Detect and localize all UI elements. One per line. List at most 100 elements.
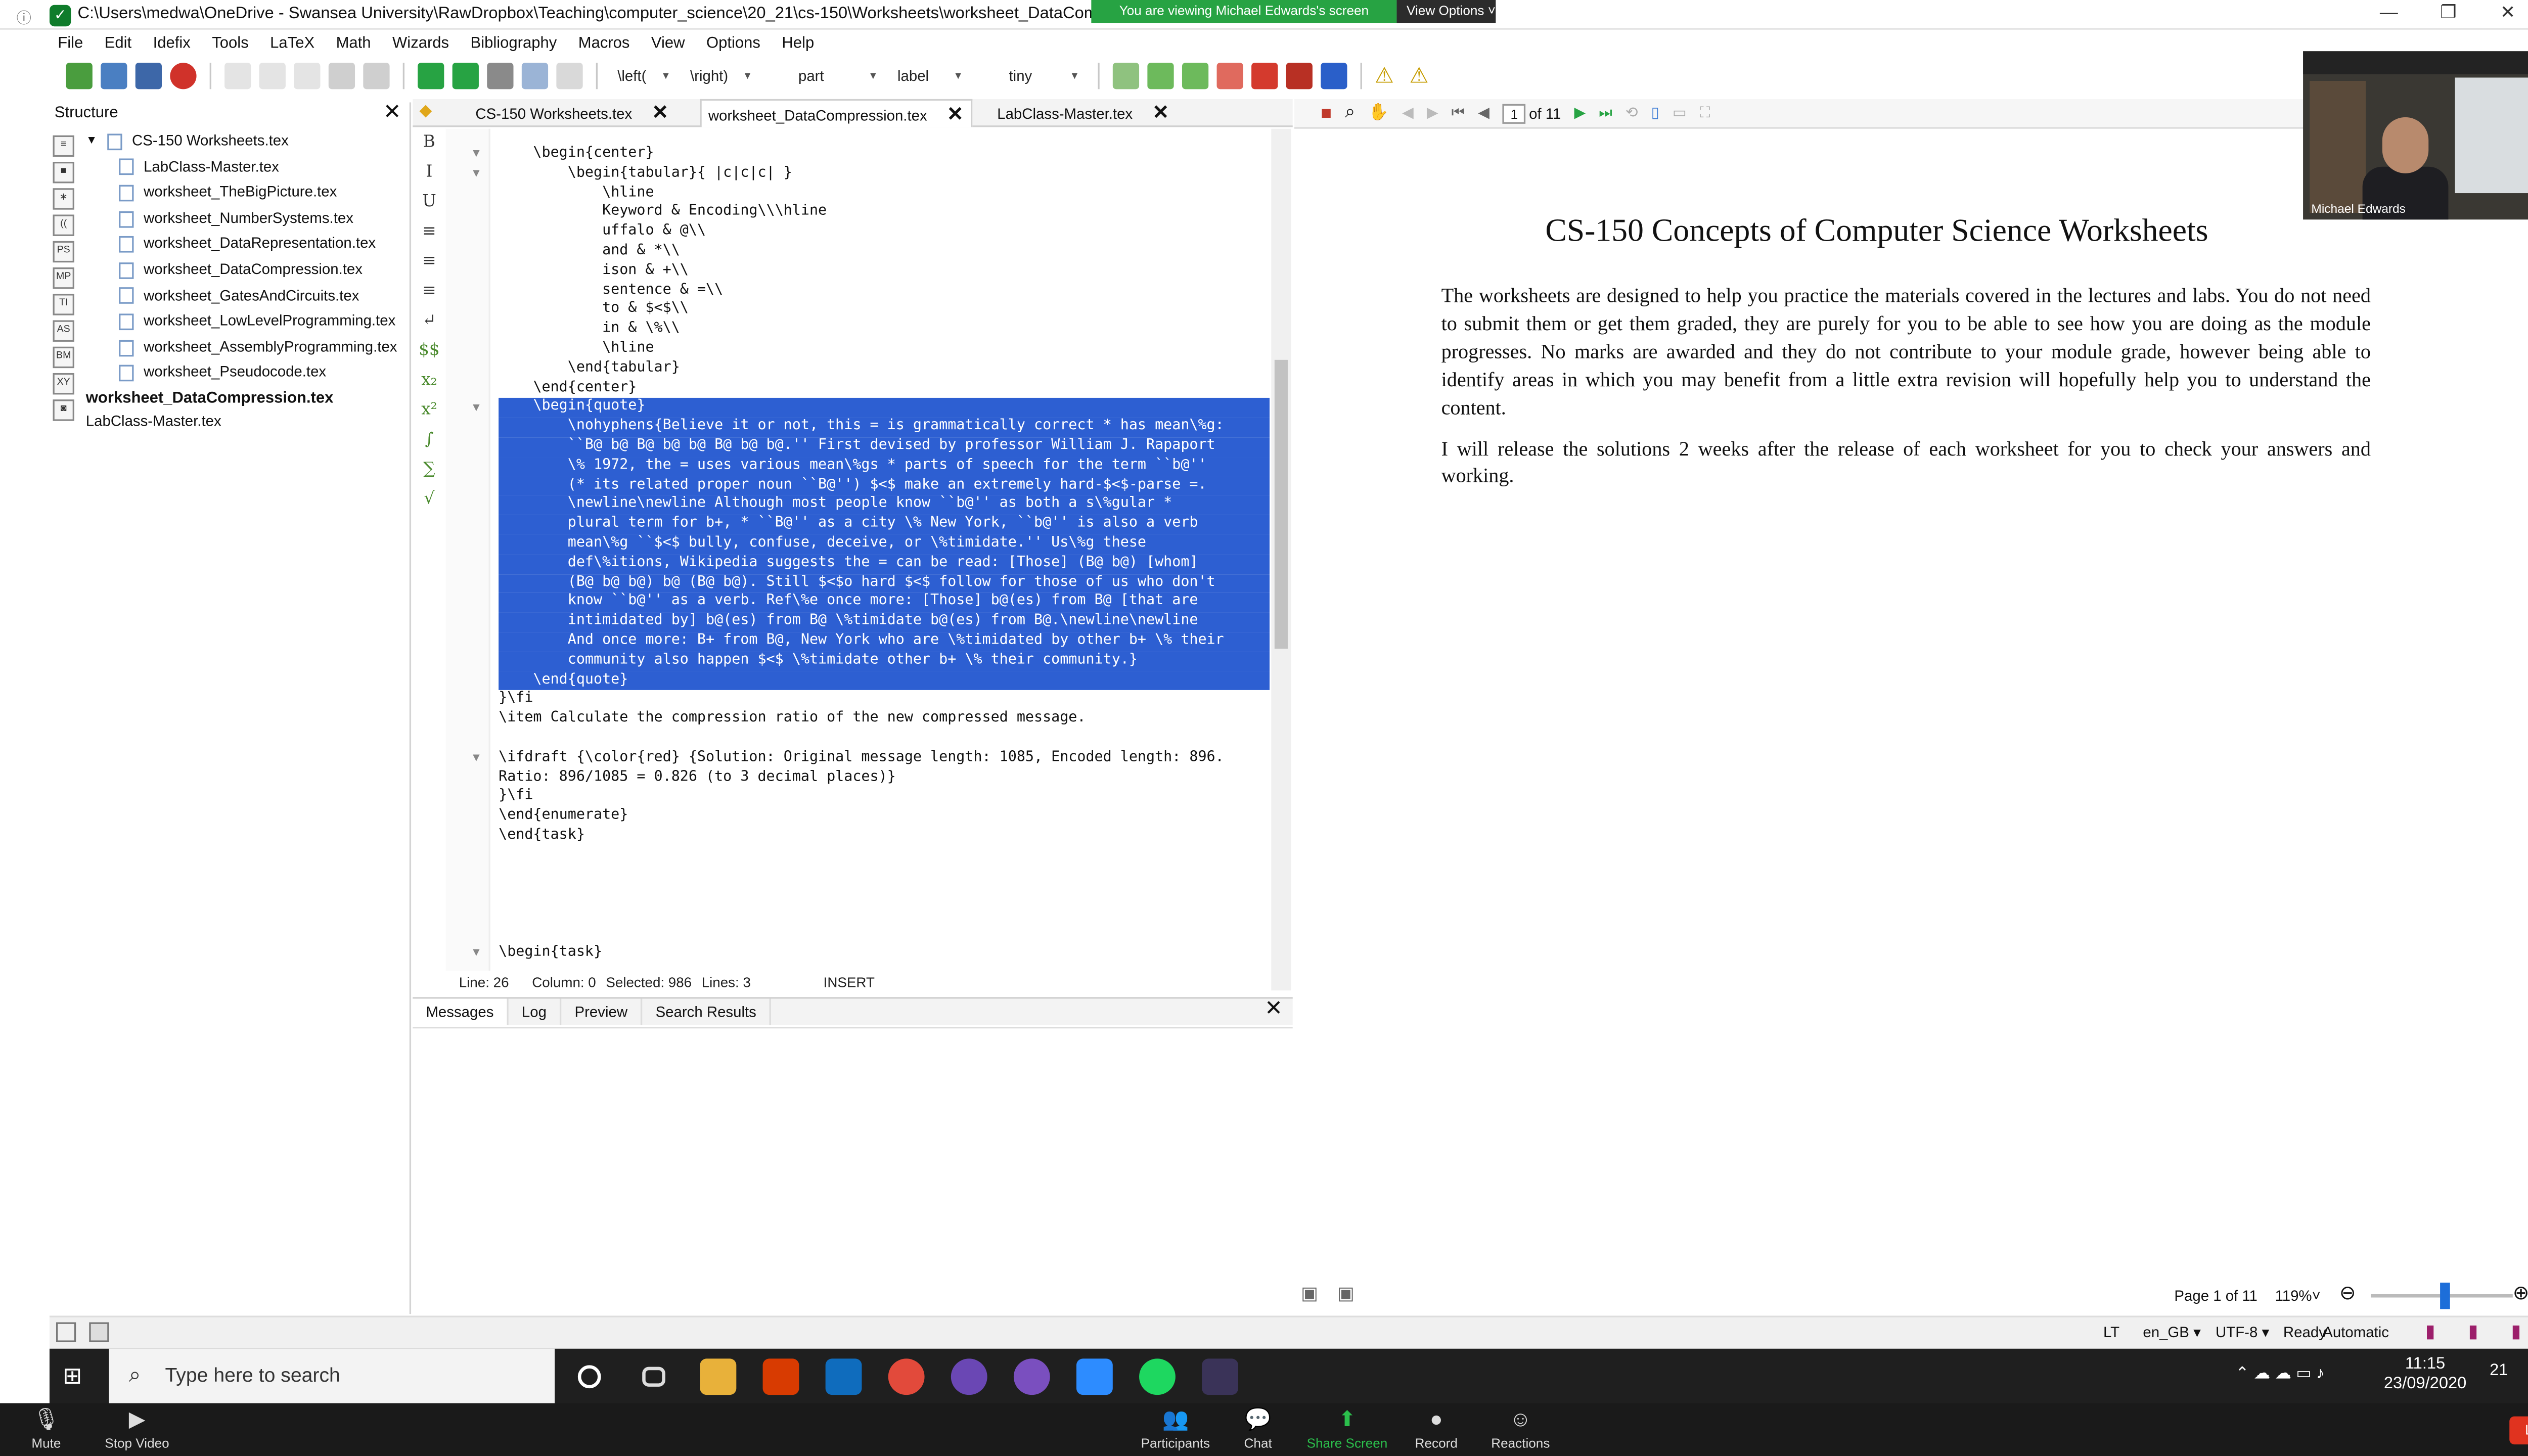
code-line[interactable]: \begin{quote}	[499, 398, 1270, 418]
format-tool-icon[interactable]: x²	[416, 398, 442, 423]
menu-item-bibliography[interactable]: Bibliography	[471, 34, 557, 52]
slack-icon[interactable]	[951, 1358, 987, 1395]
menu-item-help[interactable]: Help	[782, 34, 814, 52]
taskbar-clock[interactable]: 11:15 23/09/2020	[2384, 1355, 2466, 1395]
format-tool-icon[interactable]: U	[416, 190, 442, 215]
prev-page-icon[interactable]: ◀	[1478, 104, 1489, 122]
undo-icon[interactable]	[224, 63, 251, 89]
info-icon[interactable]: ⓘ	[17, 7, 31, 28]
code-line[interactable]	[499, 885, 1270, 905]
code-line[interactable]: \begin{center}	[499, 145, 1270, 165]
format-tool-icon[interactable]: $$	[416, 338, 442, 363]
menu-item-options[interactable]: Options	[706, 34, 760, 52]
code-line[interactable]: and & *\\	[499, 243, 1270, 262]
last-page-icon[interactable]: ⏭	[1599, 104, 1612, 122]
restore-button[interactable]: ❐	[2432, 2, 2465, 25]
cut-icon[interactable]	[328, 63, 355, 89]
build-and-view-icon[interactable]	[418, 63, 444, 89]
tree-item-file[interactable]: worksheet_LowLevelProgramming.tex	[86, 309, 397, 335]
taskbar-search-input[interactable]: Type here to search	[109, 1348, 555, 1403]
chrome-icon[interactable]	[888, 1358, 925, 1395]
windows-start-icon[interactable]: ⊞	[63, 1362, 93, 1392]
close-doc-icon[interactable]	[170, 63, 197, 89]
file-encoding[interactable]: UTF-8 ▾	[2216, 1324, 2269, 1342]
language-tool-icon[interactable]: LT	[2103, 1324, 2119, 1341]
tree-item-file[interactable]: worksheet_Pseudocode.tex	[86, 360, 397, 386]
tabular-icon[interactable]	[1112, 63, 1139, 89]
code-line[interactable]	[499, 924, 1270, 944]
system-tray-icons[interactable]: ⌃ ☁ ☁ ▭ ♪	[2235, 1365, 2324, 1383]
tree-item-file[interactable]: LabClass-Master.tex	[86, 155, 397, 180]
menu-item-file[interactable]: File	[58, 34, 83, 52]
structure-tool-icon[interactable]: PS	[53, 241, 74, 263]
cut-column-icon[interactable]	[1285, 63, 1312, 89]
code-line[interactable]	[499, 905, 1270, 925]
fold-marker-icon[interactable]: ▼	[471, 168, 482, 180]
code-line[interactable]: def\%itions, Wikipedia suggests the = ca…	[499, 554, 1270, 574]
zoom-app-icon[interactable]	[1076, 1358, 1113, 1395]
tree-item-file[interactable]: worksheet_NumberSystems.tex	[86, 206, 397, 232]
code-line[interactable]: to & $<$\\	[499, 301, 1270, 321]
tree-item-file[interactable]: worksheet_GatesAndCircuits.tex	[86, 283, 397, 309]
menu-item-tools[interactable]: Tools	[212, 34, 248, 52]
code-line[interactable]: \nohyphens{Believe it or not, this = is …	[499, 418, 1270, 438]
structure-tool-icon[interactable]: ◙	[53, 399, 74, 421]
code-line[interactable]: And once more: B+ from B@, New York who …	[499, 632, 1270, 652]
rotate-icon[interactable]: ⟲	[1626, 104, 1638, 122]
tab-log[interactable]: Log	[509, 998, 562, 1025]
view-options-button[interactable]: View Options ˅	[1396, 0, 1496, 23]
code-line[interactable]: \ifdraft {\color{red} {Solution: Origina…	[499, 749, 1270, 768]
code-line[interactable]: ison & +\\	[499, 262, 1270, 282]
open-document-item[interactable]: LabClass-Master.tex	[86, 413, 397, 432]
format-tool-icon[interactable]: √	[416, 487, 442, 512]
menu-item-edit[interactable]: Edit	[105, 34, 131, 52]
magnifier-icon[interactable]: ▣	[1337, 1283, 1355, 1304]
menu-item-wizards[interactable]: Wizards	[392, 34, 449, 52]
close-tab-icon[interactable]: ✕	[1152, 101, 1169, 124]
leave-meeting-button[interactable]: Leave	[2509, 1416, 2528, 1445]
remove-column-icon[interactable]	[1250, 63, 1278, 89]
save-icon[interactable]	[135, 63, 162, 89]
outlook-icon[interactable]	[825, 1358, 862, 1395]
tab-data-compression[interactable]: worksheet_DataCompression.tex ✕	[700, 99, 972, 127]
sectioning-combo[interactable]: part ▾	[765, 63, 883, 89]
compile-icon[interactable]	[452, 63, 479, 89]
left-delimiter-combo[interactable]: \left(▾	[611, 63, 675, 89]
menu-item-math[interactable]: Math	[336, 34, 371, 52]
code-line[interactable]: \end{tabular}	[499, 359, 1270, 379]
tree-item-file[interactable]: worksheet_AssemblyProgramming.tex	[86, 335, 397, 360]
copy-icon[interactable]	[294, 63, 321, 89]
back-icon[interactable]: ◀	[1402, 104, 1414, 122]
structure-tool-icon[interactable]: TI	[53, 294, 74, 315]
code-editor[interactable]: \begin{center} \begin{tabular}{ |c|c|c| …	[499, 145, 1270, 963]
code-line[interactable]: plural term for b+, * ``B@'' as a city \…	[499, 515, 1270, 535]
structure-tool-icon[interactable]: ≡	[53, 135, 74, 157]
spotify-icon[interactable]	[1139, 1358, 1176, 1395]
structure-tool-icon[interactable]: ((	[53, 214, 74, 236]
code-line[interactable]	[499, 730, 1270, 749]
open-file-icon[interactable]	[101, 63, 127, 89]
code-line[interactable]: \% 1972, the = uses various mean\%gs * p…	[499, 457, 1270, 477]
format-tool-icon[interactable]: ↵	[416, 309, 442, 334]
notification-count[interactable]: 21	[2490, 1362, 2508, 1380]
close-window-button[interactable]: ✕	[2491, 2, 2524, 25]
video-button[interactable]: ▶ Stop Video	[84, 1406, 190, 1451]
tab-messages[interactable]: Messages	[413, 998, 509, 1025]
fold-marker-icon[interactable]: ▼	[471, 149, 482, 160]
bookmark-icon[interactable]: ◆	[419, 102, 432, 120]
zoom-search-icon[interactable]: ⌕	[1345, 102, 1355, 123]
fullscreen-icon[interactable]: ⛶	[1700, 104, 1710, 122]
file-explorer-icon[interactable]	[700, 1358, 737, 1395]
code-line[interactable]: \end{center}	[499, 379, 1270, 399]
tree-root[interactable]: ▼ CS-150 Worksheets.tex	[86, 129, 397, 155]
code-line[interactable]: \begin{task}	[499, 944, 1270, 964]
code-line[interactable]: (* its related proper noun ``B@'') $<$ m…	[499, 476, 1270, 496]
fit-icon[interactable]: ▣	[1301, 1283, 1318, 1304]
menu-item-latex[interactable]: LaTeX	[270, 34, 314, 52]
format-tool-icon[interactable]: x₂	[416, 368, 442, 393]
view-pdf-icon[interactable]	[521, 63, 549, 89]
structure-tool-icon[interactable]: MP	[53, 267, 74, 289]
messages-toggle-icon[interactable]	[89, 1322, 109, 1342]
code-line[interactable]: intimidated by] b@(es) from B@ \%timidat…	[499, 612, 1270, 632]
tree-item-file[interactable]: worksheet_TheBigPicture.tex	[86, 180, 397, 206]
